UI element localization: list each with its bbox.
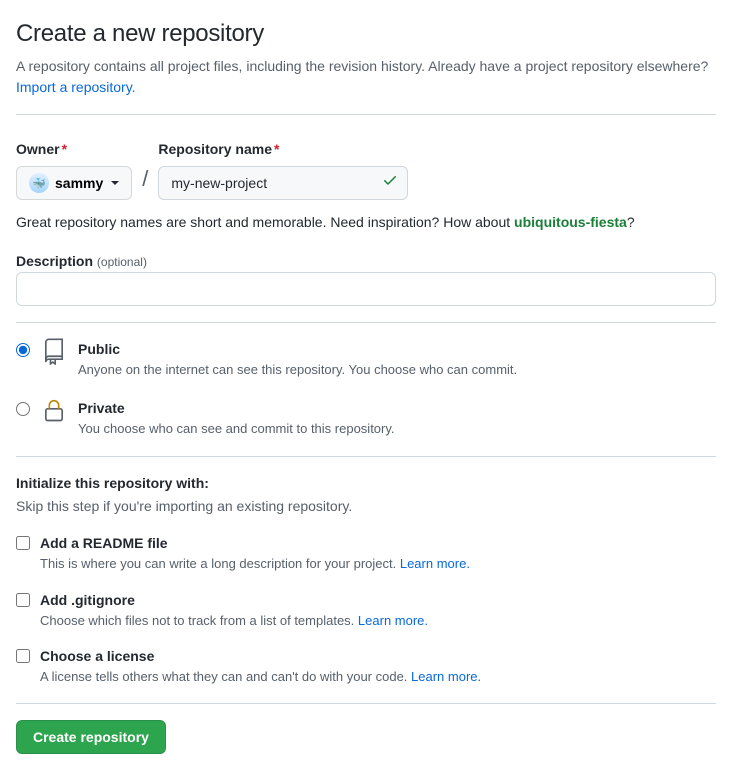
description-label: Description (optional) bbox=[16, 253, 147, 269]
private-desc: You choose who can see and commit to thi… bbox=[78, 419, 395, 439]
owner-label: Owner* bbox=[16, 139, 132, 160]
repo-name-input[interactable] bbox=[158, 166, 408, 200]
hint-text: Great repository names are short and mem… bbox=[16, 214, 514, 230]
caret-down-icon bbox=[111, 181, 119, 185]
gitignore-desc: Choose which files not to track from a l… bbox=[40, 611, 428, 631]
import-repo-link[interactable]: Import a repository. bbox=[16, 79, 136, 95]
divider bbox=[16, 322, 716, 323]
license-desc: A license tells others what they can and… bbox=[40, 667, 481, 687]
divider bbox=[16, 703, 716, 704]
readme-learn-more-link[interactable]: Learn more. bbox=[400, 556, 470, 571]
visibility-private-radio[interactable] bbox=[16, 402, 30, 416]
readme-checkbox[interactable] bbox=[16, 536, 30, 550]
optional-label: (optional) bbox=[97, 255, 147, 269]
gitignore-checkbox[interactable] bbox=[16, 593, 30, 607]
repo-icon bbox=[40, 337, 68, 371]
required-asterisk: * bbox=[274, 141, 279, 157]
license-desc-text: A license tells others what they can and… bbox=[40, 669, 411, 684]
description-input[interactable] bbox=[16, 272, 716, 306]
create-repository-button[interactable]: Create repository bbox=[16, 720, 166, 754]
name-suggestion-link[interactable]: ubiquitous-fiesta bbox=[514, 214, 627, 230]
required-asterisk: * bbox=[62, 141, 67, 157]
repo-name-hint: Great repository names are short and mem… bbox=[16, 212, 716, 233]
page-subtitle: A repository contains all project files,… bbox=[16, 56, 716, 98]
license-checkbox[interactable] bbox=[16, 649, 30, 663]
gitignore-desc-text: Choose which files not to track from a l… bbox=[40, 613, 358, 628]
page-title: Create a new repository bbox=[16, 16, 716, 52]
gitignore-title: Add .gitignore bbox=[40, 590, 428, 611]
readme-desc-text: This is where you can write a long descr… bbox=[40, 556, 400, 571]
license-title: Choose a license bbox=[40, 646, 481, 667]
divider bbox=[16, 114, 716, 115]
subtitle-text: A repository contains all project files,… bbox=[16, 58, 708, 74]
license-learn-more-link[interactable]: Learn more. bbox=[411, 669, 481, 684]
readme-desc: This is where you can write a long descr… bbox=[40, 554, 470, 574]
owner-label-text: Owner bbox=[16, 141, 60, 157]
init-section-title: Initialize this repository with: bbox=[16, 473, 716, 494]
repo-name-label: Repository name* bbox=[158, 139, 408, 160]
owner-name: sammy bbox=[55, 175, 103, 191]
owner-repo-separator: / bbox=[140, 162, 150, 200]
repo-name-label-text: Repository name bbox=[158, 141, 272, 157]
private-title: Private bbox=[78, 398, 395, 419]
gitignore-learn-more-link[interactable]: Learn more. bbox=[358, 613, 428, 628]
lock-icon bbox=[40, 396, 68, 430]
public-title: Public bbox=[78, 339, 517, 360]
readme-title: Add a README file bbox=[40, 533, 470, 554]
owner-dropdown[interactable]: 🐳 sammy bbox=[16, 166, 132, 200]
divider bbox=[16, 456, 716, 457]
visibility-public-radio[interactable] bbox=[16, 343, 30, 357]
init-section-sub: Skip this step if you're importing an ex… bbox=[16, 496, 716, 517]
description-label-text: Description bbox=[16, 253, 93, 269]
hint-suffix: ? bbox=[627, 214, 635, 230]
avatar: 🐳 bbox=[29, 173, 49, 193]
public-desc: Anyone on the internet can see this repo… bbox=[78, 360, 517, 380]
